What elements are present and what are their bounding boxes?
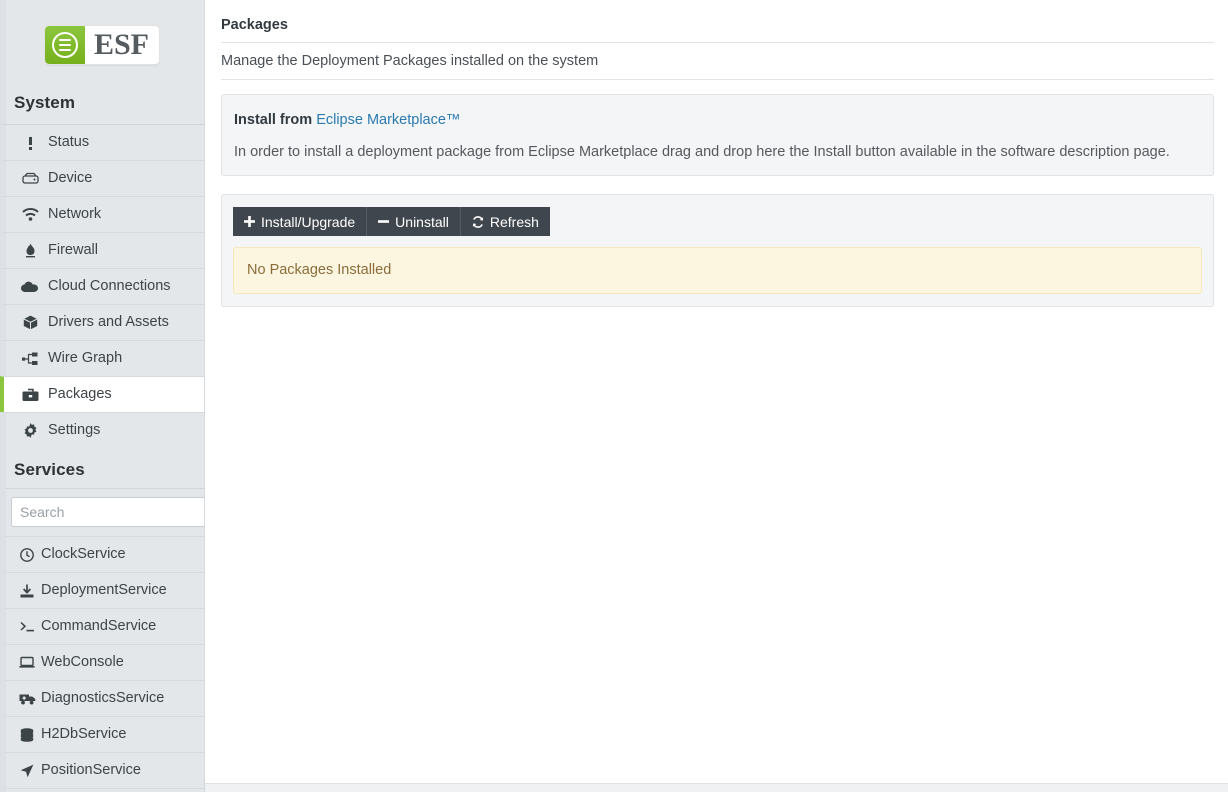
search-input[interactable] xyxy=(11,497,204,527)
sidebar-item-label: Wire Graph xyxy=(48,350,123,367)
sidebar-item-status[interactable]: Status xyxy=(0,124,204,160)
refresh-label: Refresh xyxy=(489,213,539,230)
service-item-diagnosticsservice[interactable]: DiagnosticsService xyxy=(0,680,204,716)
install-from-label: Install from xyxy=(234,112,313,128)
minus-icon xyxy=(378,216,390,227)
database-icon xyxy=(18,727,36,742)
sidebar-services-list: ClockService DeploymentService CommandSe… xyxy=(0,536,204,792)
sidebar-nav-list: Status Device Network Firewall Cloud Con… xyxy=(0,124,204,448)
sidebar-item-drivers-and-assets[interactable]: Drivers and Assets xyxy=(0,304,204,340)
service-item-label: DiagnosticsService xyxy=(41,690,165,707)
sidebar-item-network[interactable]: Network xyxy=(0,196,204,232)
ambulance-icon xyxy=(18,692,36,705)
sidebar-item-settings[interactable]: Settings xyxy=(0,412,204,448)
sidebar-item-label: Drivers and Assets xyxy=(48,314,169,331)
page-subtitle: Manage the Deployment Packages installed… xyxy=(221,52,599,69)
hdd-icon xyxy=(20,172,40,185)
sidebar-item-label: Device xyxy=(48,170,93,187)
service-item-positionservice[interactable]: PositionService xyxy=(0,752,204,788)
service-item-webconsole[interactable]: WebConsole xyxy=(0,644,204,680)
gear-icon xyxy=(20,423,40,438)
uninstall-label: Uninstall xyxy=(395,213,449,230)
service-item-label: H2DbService xyxy=(41,726,127,743)
sidebar: ESF System Status Device Network Firewal… xyxy=(0,0,205,792)
subtitle-divider xyxy=(221,79,1214,80)
packages-panel: Install/Upgrade Uninstall Refresh No Pac… xyxy=(221,194,1214,307)
download-icon xyxy=(18,584,36,598)
location-arrow-icon xyxy=(18,764,36,778)
sidebar-item-wire-graph[interactable]: Wire Graph xyxy=(0,340,204,376)
main-content: Packages Manage the Deployment Packages … xyxy=(205,0,1228,792)
uninstall-button[interactable]: Uninstall xyxy=(367,207,461,236)
service-item-label: ClockService xyxy=(41,546,126,563)
sidebar-item-label: Packages xyxy=(48,386,112,403)
service-item-label: PositionService xyxy=(41,762,141,779)
eclipse-marketplace-link[interactable]: Eclipse Marketplace™ xyxy=(316,112,460,128)
app-root: ESF System Status Device Network Firewal… xyxy=(0,0,1228,792)
sidebar-item-label: Firewall xyxy=(48,242,98,259)
exclamation-icon xyxy=(20,136,40,150)
logo-circle-glyph xyxy=(51,32,78,58)
service-item-label: DeploymentService xyxy=(41,582,167,599)
sidebar-item-label: Network xyxy=(48,206,102,223)
marketplace-title: Install from Eclipse Marketplace™ xyxy=(234,113,1201,128)
brand-logo[interactable]: ESF xyxy=(0,0,204,88)
install-upgrade-label: Install/Upgrade xyxy=(261,213,356,230)
logo-box: ESF xyxy=(43,25,161,65)
briefcase-icon xyxy=(20,388,40,402)
sidebar-item-firewall[interactable]: Firewall xyxy=(0,232,204,268)
sitemap-icon xyxy=(20,352,40,366)
service-item-commandservice[interactable]: CommandService xyxy=(0,608,204,644)
sidebar-item-cloud-connections[interactable]: Cloud Connections xyxy=(0,268,204,304)
clock-icon xyxy=(18,547,36,562)
sidebar-system-header: System xyxy=(14,93,76,112)
packages-toolbar: Install/Upgrade Uninstall Refresh xyxy=(233,207,550,236)
sidebar-item-label: Cloud Connections xyxy=(48,278,171,295)
laptop-icon xyxy=(18,656,36,669)
fire-icon xyxy=(20,243,40,258)
marketplace-panel: Install from Eclipse Marketplace™ In ord… xyxy=(221,94,1214,176)
service-item-h2dbservice[interactable]: H2DbService xyxy=(0,716,204,752)
sidebar-services-header: Services xyxy=(14,460,85,479)
plus-icon xyxy=(244,216,255,227)
no-packages-alert: No Packages Installed xyxy=(233,247,1202,294)
sidebar-item-label: Status xyxy=(48,134,90,151)
cloud-icon xyxy=(20,281,40,293)
cube-icon xyxy=(20,315,40,330)
sidebar-item-device[interactable]: Device xyxy=(0,160,204,196)
footer-bar xyxy=(205,783,1228,792)
service-item-deploymentservice[interactable]: DeploymentService xyxy=(0,572,204,608)
service-item-label: CommandService xyxy=(41,618,157,635)
service-item-label: WebConsole xyxy=(41,654,124,671)
terminal-icon xyxy=(18,620,36,633)
service-item-clockservice[interactable]: ClockService xyxy=(0,536,204,572)
refresh-button[interactable]: Refresh xyxy=(460,207,550,236)
install-upgrade-button[interactable]: Install/Upgrade xyxy=(233,207,368,236)
wifi-icon xyxy=(20,208,40,221)
service-item-provisioningservice[interactable]: ProvisioningService xyxy=(0,788,204,792)
marketplace-description: In order to install a deployment package… xyxy=(234,143,1170,160)
esf-logo-icon xyxy=(44,26,85,64)
logo-text: ESF xyxy=(93,28,150,61)
sidebar-item-packages[interactable]: Packages xyxy=(0,376,204,412)
sidebar-search-row: + xyxy=(0,488,204,536)
sidebar-item-label: Settings xyxy=(48,422,101,439)
page-title: Packages xyxy=(221,17,288,33)
refresh-icon xyxy=(472,215,484,228)
